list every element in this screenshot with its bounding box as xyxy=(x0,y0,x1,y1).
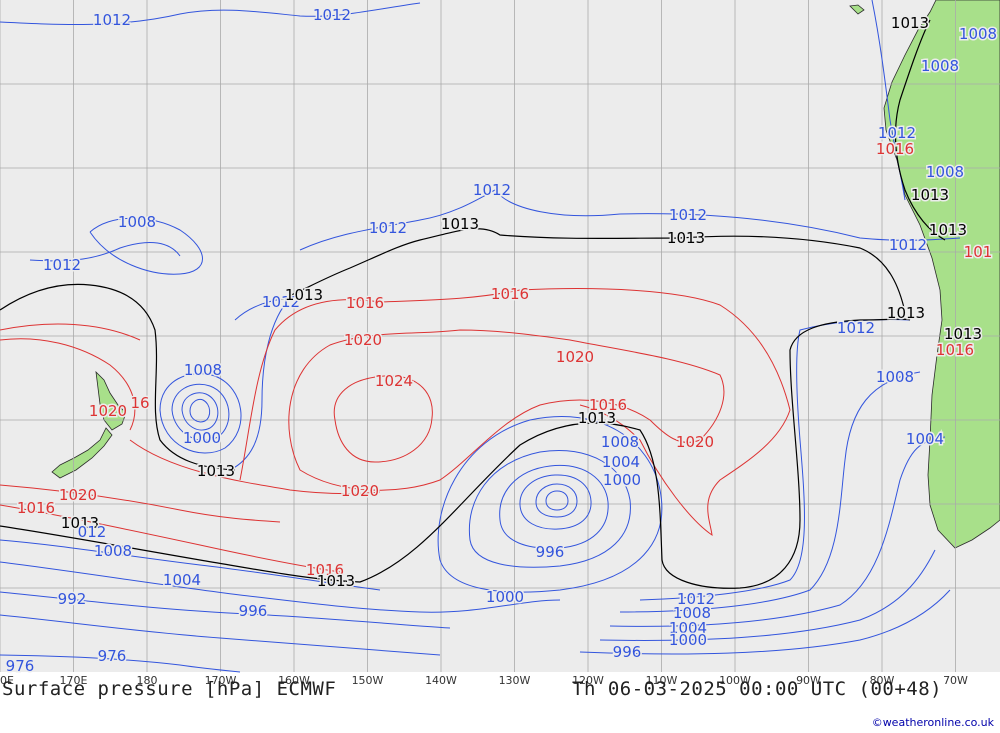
isobar-label: 16 xyxy=(130,394,149,412)
isobar-label: 1012 xyxy=(313,6,351,24)
isobar-label: 1013 xyxy=(887,304,925,322)
isobar-label: 1012 xyxy=(93,11,131,29)
isobar-label: 1024 xyxy=(375,372,413,390)
isobar-label: 1013 xyxy=(929,221,967,239)
isobar-label: 1016 xyxy=(876,140,914,158)
isobar-label: 1016 xyxy=(936,341,974,359)
isobar-label: 976 xyxy=(6,657,35,675)
isobar-label: 1008 xyxy=(94,542,132,560)
longitude-label: 140W xyxy=(425,674,457,687)
longitude-label: 130W xyxy=(499,674,531,687)
isobar-label: 1013 xyxy=(911,186,949,204)
isobar-label: 1004 xyxy=(163,571,201,589)
credit-link[interactable]: ©weatheronline.co.uk xyxy=(872,716,994,729)
isobar-label: 1008 xyxy=(601,433,639,451)
isobar-label: 996 xyxy=(239,602,268,620)
isobar-label: 1004 xyxy=(602,453,640,471)
isobar-label: 1013 xyxy=(667,229,705,247)
pressure-map: 1012 1012 10131008100810121016100810131013… xyxy=(0,0,1000,687)
isobar-label: 1012 xyxy=(837,319,875,337)
isobar-label: 1012 xyxy=(43,256,81,274)
isobar-label: 1013 xyxy=(578,409,616,427)
isobar-label: 1000 xyxy=(486,588,524,606)
isobar-label: 1013 xyxy=(197,462,235,480)
isobar-label: 1016 xyxy=(17,499,55,517)
isobar-label: 1013 xyxy=(285,286,323,304)
longitude-label: 70W xyxy=(943,674,968,687)
isobar-label: 1008 xyxy=(184,361,222,379)
isobar-label: 1013 xyxy=(891,14,929,32)
isobar-label: 996 xyxy=(613,643,642,661)
longitude-label: 150W xyxy=(352,674,384,687)
isobar-label: 1000 xyxy=(669,631,707,649)
isobar-label: 996 xyxy=(536,543,565,561)
isobar-label: 1008 xyxy=(959,25,997,43)
isobar-label: 1020 xyxy=(89,402,127,420)
isobar-label: 1020 xyxy=(556,348,594,366)
isobar-label: 1013 xyxy=(317,572,355,590)
isobar-label: 1012 xyxy=(889,236,927,254)
isobar-label: 1008 xyxy=(876,368,914,386)
isobar-label: 1008 xyxy=(926,163,964,181)
isobar-label: 1004 xyxy=(906,430,944,448)
isobar-label: 1016 xyxy=(346,294,384,312)
isobar-label: 1020 xyxy=(59,486,97,504)
isobar-label: 976 xyxy=(98,647,127,665)
isobar-label: 1012 xyxy=(369,219,407,237)
isobar-label: 1020 xyxy=(341,482,379,500)
isobar-label: 1013 xyxy=(441,215,479,233)
isobar-label: 992 xyxy=(58,590,87,608)
isobar-label: 012 xyxy=(78,523,107,541)
isobar-label: 1000 xyxy=(603,471,641,489)
isobar-label: 1008 xyxy=(118,213,156,231)
isobar-label: 1020 xyxy=(344,331,382,349)
map-title: Surface pressure [hPa] ECMWF xyxy=(2,678,337,700)
isobar-label: 1008 xyxy=(921,57,959,75)
isobar-label: 1000 xyxy=(183,429,221,447)
isobar-label: 1012 xyxy=(669,206,707,224)
isobar-label: 101 xyxy=(964,243,993,261)
valid-time: Th 06-03-2025 00:00 UTC (00+48) xyxy=(572,678,943,700)
isobar-label: 1016 xyxy=(491,285,529,303)
isobar-label: 1012 xyxy=(473,181,511,199)
isobar-label: 1020 xyxy=(676,433,714,451)
